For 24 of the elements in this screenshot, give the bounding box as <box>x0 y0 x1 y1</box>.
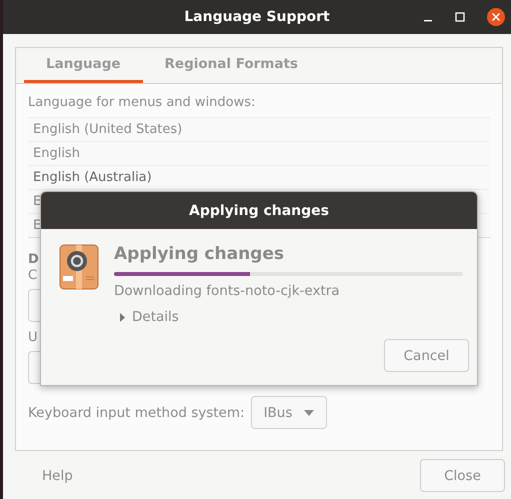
caret-icon <box>304 410 314 416</box>
details-expander[interactable]: Details <box>114 309 179 325</box>
package-icon <box>59 244 99 290</box>
progress-status: Downloading fonts-noto-cjk-extra <box>114 283 341 299</box>
tab[interactable]: Regional Formats <box>142 48 320 83</box>
cancel-button[interactable]: Cancel <box>384 339 469 372</box>
close-icon[interactable] <box>487 8 505 26</box>
list-label: Language for menus and windows: <box>28 95 256 112</box>
input-method-dropdown[interactable]: IBus <box>250 396 328 429</box>
help-button[interactable]: Help <box>15 462 100 490</box>
language-item[interactable]: English (Australia) <box>28 165 490 189</box>
section-heading: D <box>28 252 39 268</box>
dialog-title: Applying changes <box>189 202 329 218</box>
expander-icon <box>119 312 126 322</box>
dialog-heading: Applying changes <box>114 244 285 266</box>
input-method-label: Keyboard input method system: <box>28 404 245 420</box>
language-item[interactable]: English (United States) <box>28 117 490 141</box>
tab[interactable]: Language <box>24 48 143 83</box>
language-item[interactable]: English <box>28 141 490 165</box>
section-hint: C <box>28 268 38 285</box>
window-title: Language Support <box>184 9 330 25</box>
section-label: U <box>28 330 38 347</box>
close-button[interactable]: Close <box>420 459 505 492</box>
maximize-icon[interactable] <box>455 12 465 22</box>
